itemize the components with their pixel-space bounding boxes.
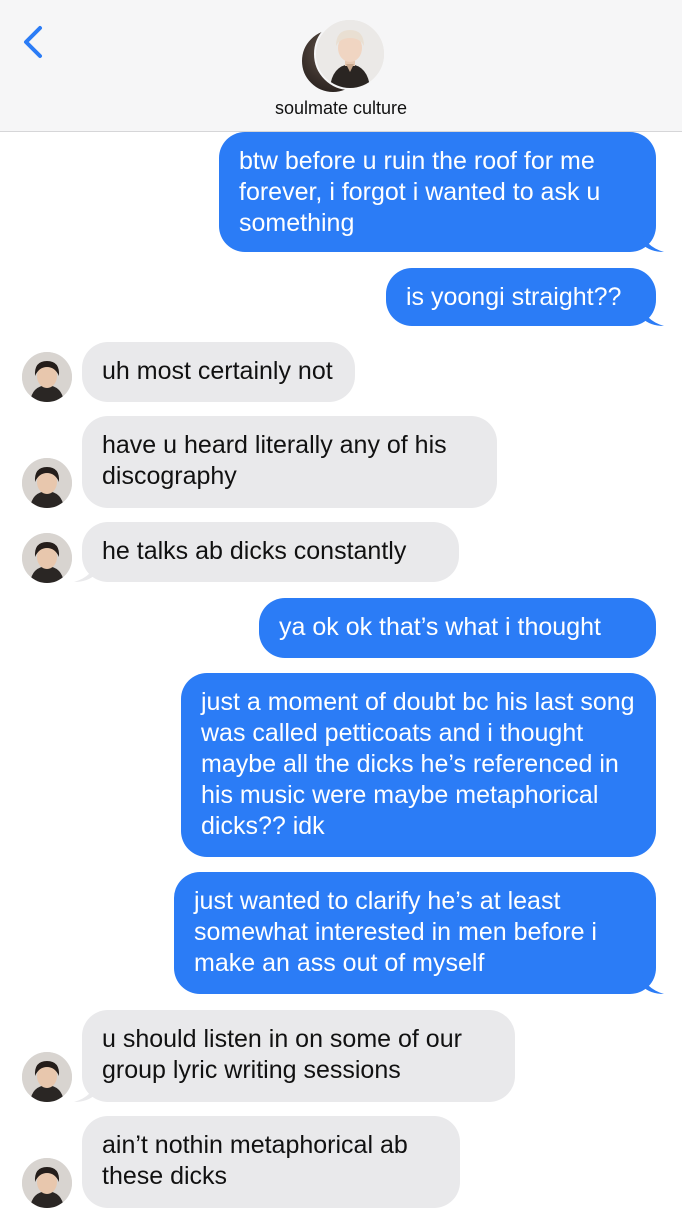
sent-message-bubble[interactable]: just a moment of doubt bc his last song … [181,673,656,857]
sender-avatar[interactable] [22,352,72,402]
chevron-left-icon [24,26,42,58]
bubble-tail-icon [642,972,664,994]
message-text: he talks ab dicks constantly [102,537,407,565]
sent-message-bubble[interactable]: is yoongi straight?? [386,268,664,326]
received-message-bubble[interactable]: he talks ab dicks constantly [74,522,459,582]
sender-avatar[interactable] [22,1158,72,1208]
received-message-bubble[interactable]: u should listen in on some of our group … [74,1010,515,1102]
message-text: ya ok ok that’s what i thought [279,613,601,641]
sender-avatar[interactable] [22,533,72,583]
person-photo-icon [22,1052,72,1102]
contact-name[interactable]: soulmate culture [0,98,682,119]
message-text: ain’t nothin metaphorical ab these dicks [102,1131,408,1190]
contact-avatar-group[interactable] [300,18,386,94]
sender-avatar[interactable] [22,458,72,508]
person-photo-icon [22,533,72,583]
person-photo-icon [22,458,72,508]
bubble-tail-icon [74,560,96,582]
back-button[interactable] [20,22,50,62]
received-message-bubble[interactable]: have u heard literally any of his discog… [82,416,497,508]
person-photo-icon [22,352,72,402]
bubble-tail-icon [642,230,664,252]
sent-message-bubble[interactable]: ya ok ok that’s what i thought [259,598,656,658]
person-photo-icon [316,20,384,88]
message-text: uh most certainly not [102,357,333,385]
sender-avatar[interactable] [22,1052,72,1102]
conversation-header: soulmate culture [0,0,682,132]
received-message-bubble[interactable]: ain’t nothin metaphorical ab these dicks [82,1116,460,1208]
person-photo-icon [22,1158,72,1208]
bubble-tail-icon [642,304,664,326]
received-message-bubble[interactable]: uh most certainly not [82,342,355,402]
contact-avatar [314,18,386,90]
message-text: have u heard literally any of his discog… [102,431,447,490]
message-text: btw before u ruin the roof for me foreve… [239,147,601,237]
sent-message-bubble[interactable]: btw before u ruin the roof for me foreve… [219,132,664,252]
message-text: is yoongi straight?? [406,283,622,311]
sent-message-bubble[interactable]: just wanted to clarify he’s at least som… [174,872,664,994]
message-text: just wanted to clarify he’s at least som… [194,887,597,977]
message-text: u should listen in on some of our group … [102,1025,462,1084]
message-text: just a moment of doubt bc his last song … [201,688,635,840]
bubble-tail-icon [74,1080,96,1102]
